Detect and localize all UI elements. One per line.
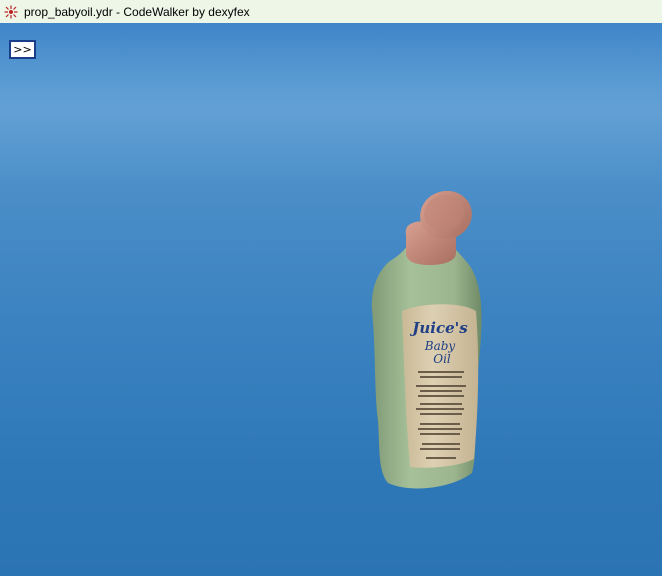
toggle-panel-button[interactable]: >> — [9, 40, 36, 59]
label-line2: Oil — [433, 352, 451, 366]
window-title: prop_babyoil.ydr - CodeWalker by dexyfex — [24, 4, 250, 19]
label-brand: Juice's — [409, 319, 468, 337]
codewalker-app-icon — [3, 4, 19, 20]
baby-oil-bottle-model: Juice's Baby Oil — [371, 190, 482, 489]
3d-viewport[interactable]: >> Juice's Baby Oil — [0, 23, 662, 576]
label-line1: Baby — [424, 339, 456, 353]
title-bar: prop_babyoil.ydr - CodeWalker by dexyfex — [0, 0, 662, 23]
